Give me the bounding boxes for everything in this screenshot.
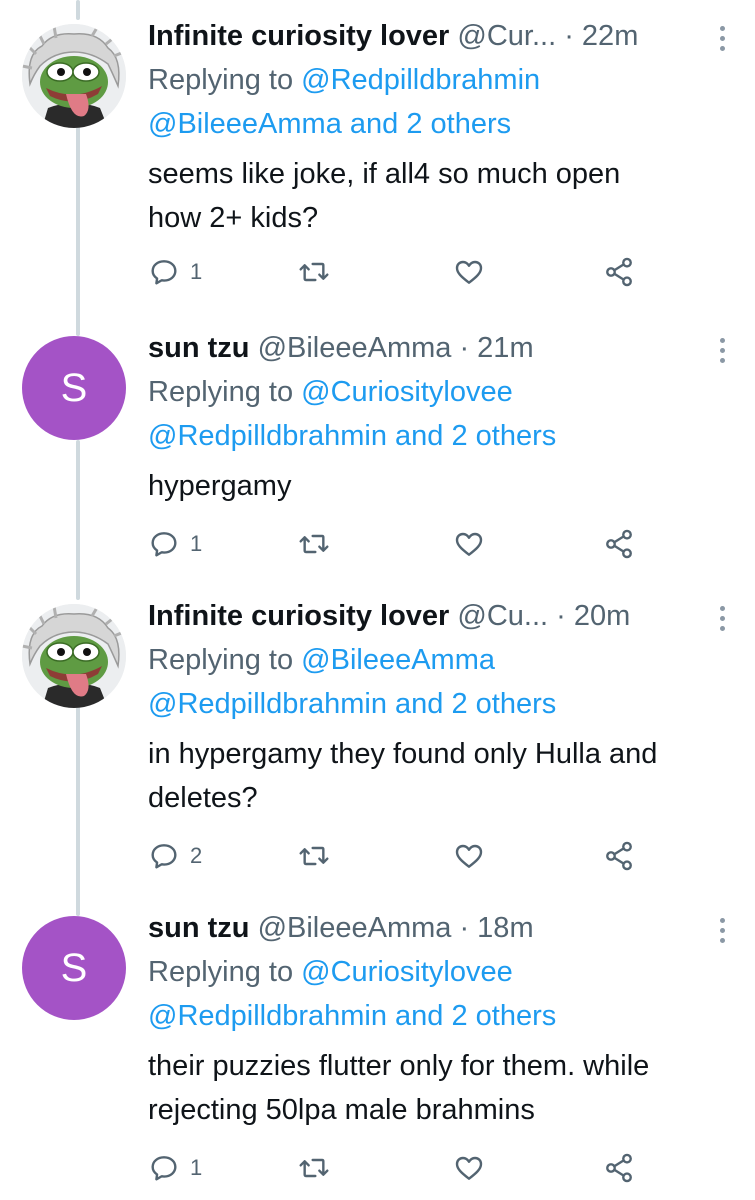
display-name[interactable]: Infinite curiosity lover <box>148 20 449 52</box>
tweet-text: their puzzies flutter only for them. whi… <box>148 1044 738 1132</box>
more-options-icon[interactable] <box>717 918 727 943</box>
avatar-letter: S <box>60 365 88 410</box>
display-name[interactable]: Infinite curiosity lover <box>148 600 449 632</box>
avatar-letter: S <box>60 945 88 990</box>
reply-count: 1 <box>190 531 203 556</box>
like-button[interactable] <box>453 252 485 292</box>
tweet-text-line: in hypergamy they found only Hulla and <box>148 738 658 770</box>
retweet-icon <box>299 534 329 554</box>
tweet-actions: 1 <box>148 1148 648 1188</box>
user-handle[interactable]: @BileeeAmma <box>258 332 452 364</box>
heart-icon <box>455 532 483 556</box>
reply-icon <box>151 1156 177 1181</box>
mention-others-link[interactable]: @Redpilldbrahmin and 2 others <box>148 414 556 458</box>
reply-button[interactable]: 1 <box>148 1148 202 1188</box>
heart-icon <box>455 844 483 868</box>
more-options-icon[interactable] <box>717 338 727 363</box>
mention-link[interactable]: @Redpilldbrahmin <box>301 64 540 96</box>
tweet-header: Infinite curiosity lover @Cur... · 22m <box>148 14 728 58</box>
like-button[interactable] <box>453 836 485 876</box>
reply-button[interactable]: 2 <box>148 836 202 876</box>
retweet-button[interactable] <box>298 252 330 292</box>
replying-to: Replying to @BileeeAmma <box>148 638 495 682</box>
avatar[interactable]: S <box>22 916 126 1020</box>
reply-button[interactable]: 1 <box>148 524 202 564</box>
mention-link[interactable]: @BileeeAmma <box>301 644 495 676</box>
mention-others-link[interactable]: @Redpilldbrahmin and 2 others <box>148 994 556 1038</box>
mention-link[interactable]: @Curiositylovee <box>301 956 513 988</box>
tweet[interactable]: Infinite curiosity lover @Cu... · 20m Re… <box>0 594 755 884</box>
replying-to-label: Replying to <box>148 644 294 676</box>
reply-icon <box>151 260 177 285</box>
reply-button[interactable]: 1 <box>148 252 202 292</box>
mention-link[interactable]: @Curiositylovee <box>301 376 513 408</box>
user-handle[interactable]: @Cur... <box>457 20 556 52</box>
reply-count: 2 <box>190 843 203 868</box>
replying-to: Replying to @Curiositylovee <box>148 370 513 414</box>
tweet-text: hypergamy <box>148 464 738 508</box>
retweet-icon <box>299 1158 329 1178</box>
tweet-actions: 1 <box>148 252 648 292</box>
user-handle[interactable]: @Cu... <box>457 600 548 632</box>
share-icon <box>606 1153 632 1183</box>
tweet-text-line: how 2+ kids? <box>148 202 319 234</box>
replying-to-label: Replying to <box>148 64 294 96</box>
share-button[interactable] <box>603 524 635 564</box>
replying-to-label: Replying to <box>148 956 294 988</box>
mention-others-link[interactable]: @Redpilldbrahmin and 2 others <box>148 682 556 726</box>
avatar[interactable] <box>22 24 126 128</box>
retweet-button[interactable] <box>298 836 330 876</box>
tweet-header: sun tzu @BileeeAmma · 21m <box>148 326 728 370</box>
avatar[interactable]: S <box>22 336 126 440</box>
share-icon <box>606 529 632 559</box>
tweet-text-line: hypergamy <box>148 470 292 502</box>
like-button[interactable] <box>453 524 485 564</box>
replying-to-label: Replying to <box>148 376 294 408</box>
share-icon <box>606 257 632 287</box>
pepe-einstein-avatar-icon <box>22 604 126 708</box>
replying-to: Replying to @Redpilldbrahmin <box>148 58 540 102</box>
retweet-button[interactable] <box>298 1148 330 1188</box>
tweet-text: in hypergamy they found only Hulla and d… <box>148 732 738 820</box>
tweet-text-line: their puzzies flutter only for them. whi… <box>148 1050 650 1082</box>
more-options-icon[interactable] <box>717 606 727 631</box>
share-button[interactable] <box>603 252 635 292</box>
tweet-text: seems like joke, if all4 so much open ho… <box>148 152 738 240</box>
reply-icon <box>151 844 177 869</box>
display-name[interactable]: sun tzu <box>148 912 250 944</box>
tweet-header: Infinite curiosity lover @Cu... · 20m <box>148 594 728 638</box>
avatar[interactable] <box>22 604 126 708</box>
pepe-einstein-avatar-icon <box>22 24 126 128</box>
replying-to: Replying to @Curiositylovee <box>148 950 513 994</box>
tweet[interactable]: S sun tzu @BileeeAmma · 18m Replying to … <box>0 906 755 1196</box>
tweet-text-line: seems like joke, if all4 so much open <box>148 158 621 190</box>
reply-count: 1 <box>190 1155 203 1180</box>
mention-others-link[interactable]: @BileeeAmma and 2 others <box>148 102 511 146</box>
tweet[interactable]: S sun tzu @BileeeAmma · 21m Replying to … <box>0 326 755 576</box>
more-options-icon[interactable] <box>717 26 727 51</box>
retweet-icon <box>299 846 329 866</box>
like-button[interactable] <box>453 1148 485 1188</box>
reply-icon <box>151 532 177 557</box>
share-icon <box>606 841 632 871</box>
timestamp[interactable]: · 18m <box>459 912 533 944</box>
heart-icon <box>455 1156 483 1180</box>
timestamp[interactable]: · 20m <box>556 600 630 632</box>
tweet-actions: 1 <box>148 524 648 564</box>
reply-count: 1 <box>190 259 203 284</box>
display-name[interactable]: sun tzu <box>148 332 250 364</box>
timestamp[interactable]: · 21m <box>459 332 533 364</box>
tweet[interactable]: Infinite curiosity lover @Cur... · 22m R… <box>0 14 755 304</box>
share-button[interactable] <box>603 836 635 876</box>
user-handle[interactable]: @BileeeAmma <box>258 912 452 944</box>
share-button[interactable] <box>603 1148 635 1188</box>
retweet-icon <box>299 262 329 282</box>
tweet-text-line: rejecting 50lpa male brahmins <box>148 1094 535 1126</box>
heart-icon <box>455 260 483 284</box>
tweet-text-line: deletes? <box>148 782 258 814</box>
timestamp[interactable]: · 22m <box>564 20 638 52</box>
tweet-actions: 2 <box>148 836 648 876</box>
tweet-header: sun tzu @BileeeAmma · 18m <box>148 906 728 950</box>
retweet-button[interactable] <box>298 524 330 564</box>
